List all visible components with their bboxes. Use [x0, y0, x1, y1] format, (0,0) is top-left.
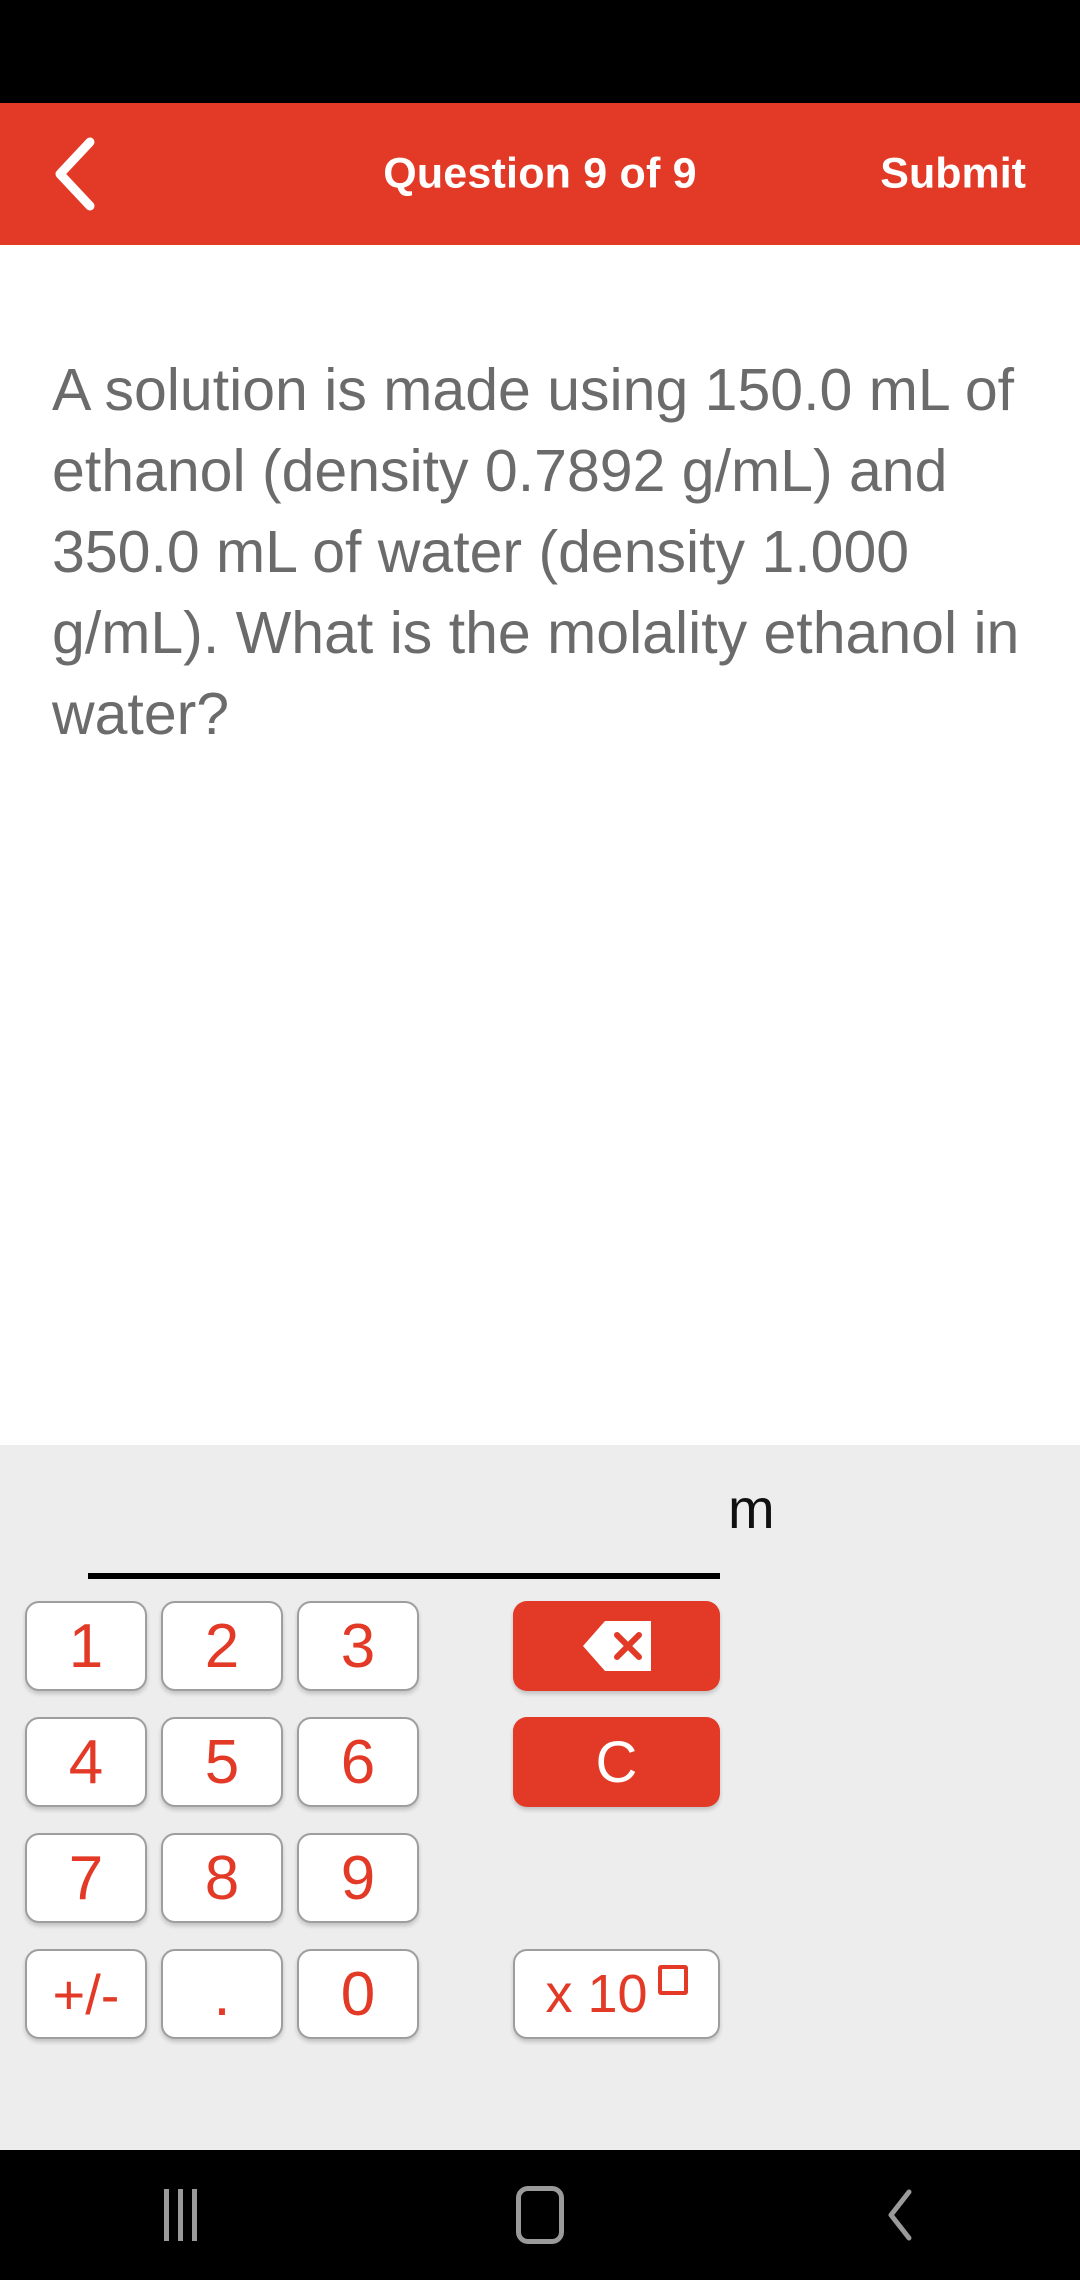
- nav-back-button[interactable]: [825, 2150, 975, 2280]
- keypad-keys: 1 2 3 4 5 6 C 7 8 9 +/- . 0 x 10: [0, 1601, 1080, 2150]
- key-0[interactable]: 0: [297, 1949, 419, 2039]
- exponent-text: x 10: [545, 1964, 648, 2024]
- question-area: A solution is made using 150.0 mL of eth…: [0, 245, 1080, 1445]
- android-nav-bar: [0, 2150, 1080, 2280]
- app-screen: Question 9 of 9 Submit A solution is mad…: [0, 0, 1080, 2280]
- key-plus-minus[interactable]: +/-: [25, 1949, 147, 2039]
- key-exponent[interactable]: x 10: [513, 1949, 720, 2039]
- key-8[interactable]: 8: [161, 1833, 283, 1923]
- answer-input[interactable]: [88, 1473, 720, 1545]
- key-6[interactable]: 6: [297, 1717, 419, 1807]
- key-7[interactable]: 7: [25, 1833, 147, 1923]
- key-4[interactable]: 4: [25, 1717, 147, 1807]
- nav-home-button[interactable]: [465, 2150, 615, 2280]
- home-icon: [516, 2186, 564, 2244]
- key-5[interactable]: 5: [161, 1717, 283, 1807]
- key-2[interactable]: 2: [161, 1601, 283, 1691]
- nav-recents-button[interactable]: [105, 2150, 255, 2280]
- key-3[interactable]: 3: [297, 1601, 419, 1691]
- exponent-placeholder-box: [657, 1965, 688, 1995]
- backspace-icon: [582, 1621, 651, 1671]
- answer-input-row: m: [0, 1445, 1080, 1585]
- key-decimal[interactable]: .: [161, 1949, 283, 2039]
- keypad-panel: m 1 2 3 4 5 6 C 7 8 9 +/- . 0 x 10: [0, 1445, 1080, 2150]
- key-1[interactable]: 1: [25, 1601, 147, 1691]
- question-text: A solution is made using 150.0 mL of eth…: [52, 357, 1020, 747]
- recents-icon: [163, 2189, 197, 2241]
- app-header: Question 9 of 9 Submit: [0, 103, 1080, 245]
- exponent-label: x 10: [545, 1963, 688, 2025]
- key-9[interactable]: 9: [297, 1833, 419, 1923]
- key-backspace[interactable]: [513, 1601, 720, 1691]
- answer-underline: [88, 1573, 720, 1579]
- status-bar: [0, 0, 1080, 103]
- submit-button[interactable]: Submit: [866, 140, 1040, 209]
- back-icon: [888, 2189, 912, 2241]
- answer-unit-label: m: [728, 1477, 775, 1540]
- key-clear[interactable]: C: [513, 1717, 720, 1807]
